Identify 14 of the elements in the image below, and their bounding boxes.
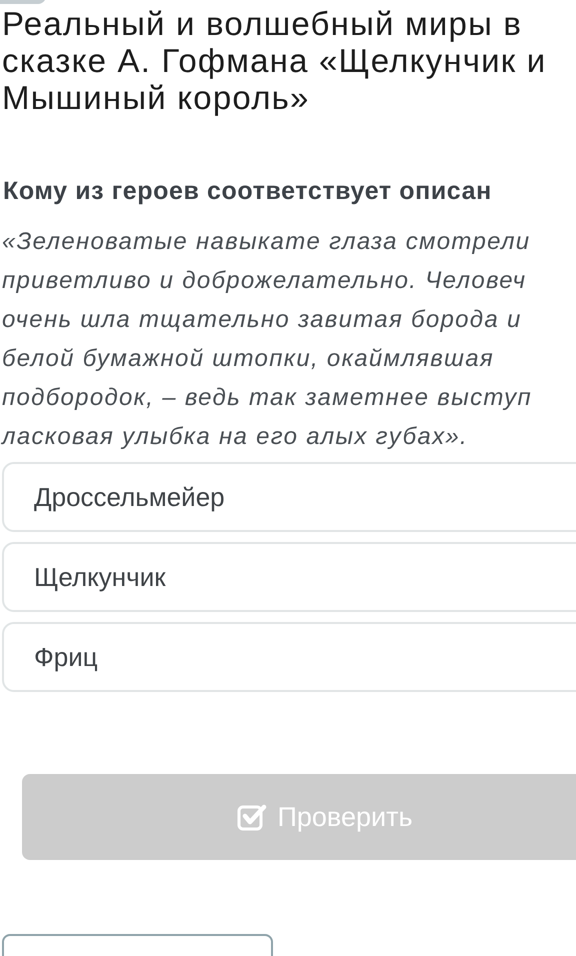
- page-title: Мышиный король»: [2, 79, 310, 116]
- answer-option[interactable]: Фриц: [2, 622, 576, 692]
- page-title: сказке А. Гофмана «Щелкунчик и: [2, 42, 546, 79]
- quote-line: подбородок, – ведь так заметнее выступ: [2, 383, 533, 413]
- page-title: Реальный и волшебный миры в: [2, 5, 522, 42]
- quote-line: приветливо и доброжелательно. Человеч: [2, 266, 528, 296]
- quote-line: «Зеленоватые навыкате глаза смотрели: [2, 227, 532, 257]
- question-text: Кому из героев соответствует описан: [3, 176, 493, 207]
- answer-option[interactable]: Щелкунчик: [2, 542, 576, 612]
- quote-line: белой бумажной штопки, окаймлявшая: [2, 344, 496, 374]
- answer-option[interactable]: Дроссельмейер: [2, 462, 576, 532]
- quote-line: ласковая улыбка на его алых губах».: [2, 422, 469, 452]
- quote-line: очень шла тщательно завитая борода и: [2, 305, 523, 335]
- checkbox-check-icon: [237, 803, 268, 831]
